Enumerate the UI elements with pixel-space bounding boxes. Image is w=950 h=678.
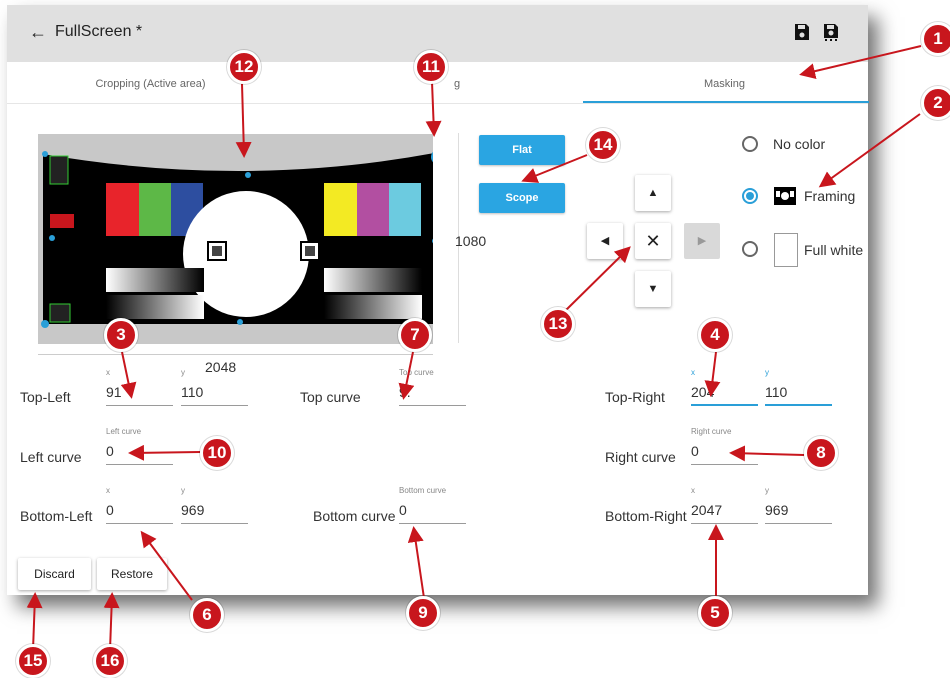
white-swatch	[774, 233, 798, 267]
callout-6: 6	[190, 598, 224, 632]
callout-4: 4	[698, 318, 732, 352]
top-right-x-caption: x	[691, 368, 695, 377]
callout-9: 9	[406, 596, 440, 630]
top-right-y-value: 110	[765, 384, 788, 400]
bottom-left-y-input[interactable]: y 969	[181, 486, 248, 524]
framing-label: Framing	[804, 188, 856, 204]
scope-button[interactable]: Scope	[479, 183, 565, 213]
arrow-right-icon: ▶	[697, 235, 707, 247]
callout-8: 8	[804, 436, 838, 470]
bottom-curve-input[interactable]: Bottom curve 0	[399, 486, 466, 524]
tab-masking[interactable]: Masking	[581, 62, 868, 104]
top-left-x-caption: x	[106, 368, 110, 377]
flat-button[interactable]: Flat	[479, 135, 565, 165]
full-white-label: Full white	[804, 242, 864, 258]
callout-16: 16	[93, 644, 127, 678]
framing-radio[interactable]	[742, 188, 758, 204]
tab-middle-label: g	[454, 78, 461, 90]
arrow-up-icon: ▲	[647, 187, 659, 199]
move-right-button[interactable]: ▶	[684, 223, 720, 259]
close-icon: ✕	[645, 231, 661, 251]
left-curve-value: 0	[106, 443, 114, 459]
top-left-y-input[interactable]: y 110	[181, 368, 248, 406]
callout-10: 10	[200, 436, 234, 470]
top-curve-caption: Top curve	[399, 368, 434, 377]
top-left-label: Top-Left	[20, 389, 71, 405]
top-left-y-caption: y	[181, 368, 185, 377]
no-color-radio[interactable]	[742, 136, 758, 152]
save-as-icon[interactable]	[823, 23, 839, 41]
top-right-y-input[interactable]: y 110	[765, 368, 832, 406]
right-curve-label: Right curve	[605, 449, 676, 465]
top-curve-value: 9.	[399, 384, 411, 400]
top-curve-input[interactable]: Top curve 9.	[399, 368, 466, 406]
callout-3: 3	[104, 318, 138, 352]
right-curve-caption: Right curve	[691, 427, 732, 436]
bottom-right-label: Bottom-Right	[605, 508, 687, 524]
bottom-right-y-caption: y	[765, 486, 769, 495]
test-pattern-image	[41, 149, 447, 328]
bottom-curve-caption: Bottom curve	[399, 486, 447, 495]
callout-2: 2	[921, 86, 950, 120]
top-curve-label: Top curve	[300, 389, 361, 405]
callout-5: 5	[698, 596, 732, 630]
discard-button[interactable]: Discard	[18, 558, 91, 590]
move-left-button[interactable]: ◀	[587, 223, 623, 259]
bottom-right-x-input[interactable]: x 2047	[691, 486, 758, 524]
top-left-y-value: 110	[181, 384, 204, 400]
left-curve-caption: Left curve	[106, 427, 142, 436]
callout-12: 12	[227, 50, 261, 84]
no-color-label: No color	[773, 136, 826, 152]
full-white-radio[interactable]	[742, 241, 758, 257]
bottom-left-x-caption: x	[106, 486, 110, 495]
page-title: FullScreen *	[55, 23, 143, 40]
bottom-curve-value: 0	[399, 502, 407, 518]
top-left-x-input[interactable]: x 91	[106, 368, 173, 406]
bottom-right-y-input[interactable]: y 969	[765, 486, 832, 524]
mask-preview[interactable]	[38, 134, 447, 344]
right-curve-value: 0	[691, 443, 699, 459]
bottom-left-y-value: 969	[181, 502, 205, 518]
height-dimension-label: 1080	[455, 233, 487, 249]
right-curve-input[interactable]: Right curve 0	[691, 427, 758, 465]
arrow-left-icon: ◀	[600, 235, 610, 247]
move-up-button[interactable]: ▲	[635, 175, 671, 211]
bottom-right-x-value: 2047	[691, 502, 723, 518]
callout-15: 15	[16, 644, 50, 678]
callout-1: 1	[921, 22, 950, 56]
left-curve-input[interactable]: Left curve 0	[106, 427, 173, 465]
bottom-left-x-value: 0	[106, 502, 114, 518]
bottom-left-label: Bottom-Left	[20, 508, 93, 524]
framing-thumbnail	[774, 187, 796, 205]
move-down-button[interactable]: ▼	[635, 271, 671, 307]
arrow-down-icon: ▼	[647, 283, 659, 295]
active-tab-indicator	[583, 101, 869, 103]
top-right-y-caption: y	[765, 368, 769, 377]
back-arrow-icon[interactable]: ←	[29, 22, 47, 42]
restore-button[interactable]: Restore	[97, 558, 167, 590]
top-right-x-input[interactable]: x 204	[691, 368, 758, 406]
bottom-left-x-input[interactable]: x 0	[106, 486, 173, 524]
top-right-label: Top-Right	[605, 389, 665, 405]
top-left-x-value: 91	[106, 384, 122, 400]
callout-11: 11	[414, 50, 448, 84]
width-dimension-line	[38, 354, 433, 355]
bottom-right-y-value: 969	[765, 502, 789, 518]
bottom-left-y-caption: y	[181, 486, 185, 495]
callout-13: 13	[541, 307, 575, 341]
callout-14: 14	[586, 128, 620, 162]
bottom-right-x-caption: x	[691, 486, 695, 495]
bottom-curve-label: Bottom curve	[313, 508, 396, 524]
left-curve-label: Left curve	[20, 449, 82, 465]
callout-7: 7	[398, 318, 432, 352]
top-right-x-value: 204	[691, 384, 715, 400]
app-window: ← FullScreen * Cropping (Active area) g …	[7, 5, 869, 595]
deselect-button[interactable]: ✕	[635, 223, 671, 259]
save-icon[interactable]	[794, 23, 810, 41]
